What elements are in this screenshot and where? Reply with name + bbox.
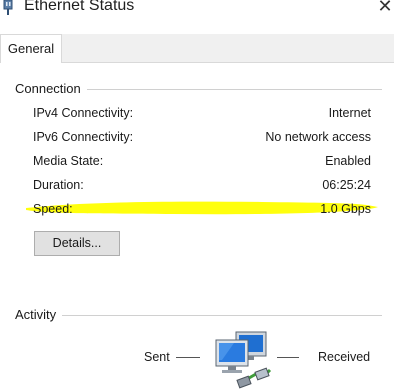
- speed-value: 1.0 Gbps: [320, 202, 371, 216]
- network-adapter-icon: [3, 0, 13, 15]
- media-state-value: Enabled: [325, 154, 371, 168]
- activity-heading: Activity: [15, 307, 63, 322]
- ipv4-connectivity-label: IPv4 Connectivity:: [33, 106, 134, 120]
- ipv6-connectivity-value: No network access: [265, 130, 371, 144]
- ipv6-connectivity-label: IPv6 Connectivity:: [33, 130, 134, 144]
- title-bar: Ethernet Status ✕: [0, 0, 394, 18]
- tab-general[interactable]: General: [0, 34, 62, 63]
- media-state-label: Media State:: [33, 154, 104, 168]
- connection-group-line: [84, 89, 382, 90]
- speed-label: Speed:: [33, 202, 73, 216]
- duration-value: 06:25:24: [322, 178, 371, 192]
- details-button[interactable]: Details...: [34, 231, 120, 256]
- received-label: Received: [318, 350, 371, 364]
- sent-line: [176, 357, 200, 358]
- close-button[interactable]: ✕: [376, 0, 394, 16]
- received-line: [277, 357, 299, 358]
- connection-heading: Connection: [15, 81, 87, 96]
- network-computers-icon: [215, 331, 272, 389]
- duration-label: Duration:: [33, 178, 84, 192]
- ipv4-connectivity-value: Internet: [328, 106, 371, 120]
- activity-group-line: [62, 315, 382, 316]
- sent-label: Sent: [144, 350, 170, 364]
- window-title: Ethernet Status: [24, 0, 135, 14]
